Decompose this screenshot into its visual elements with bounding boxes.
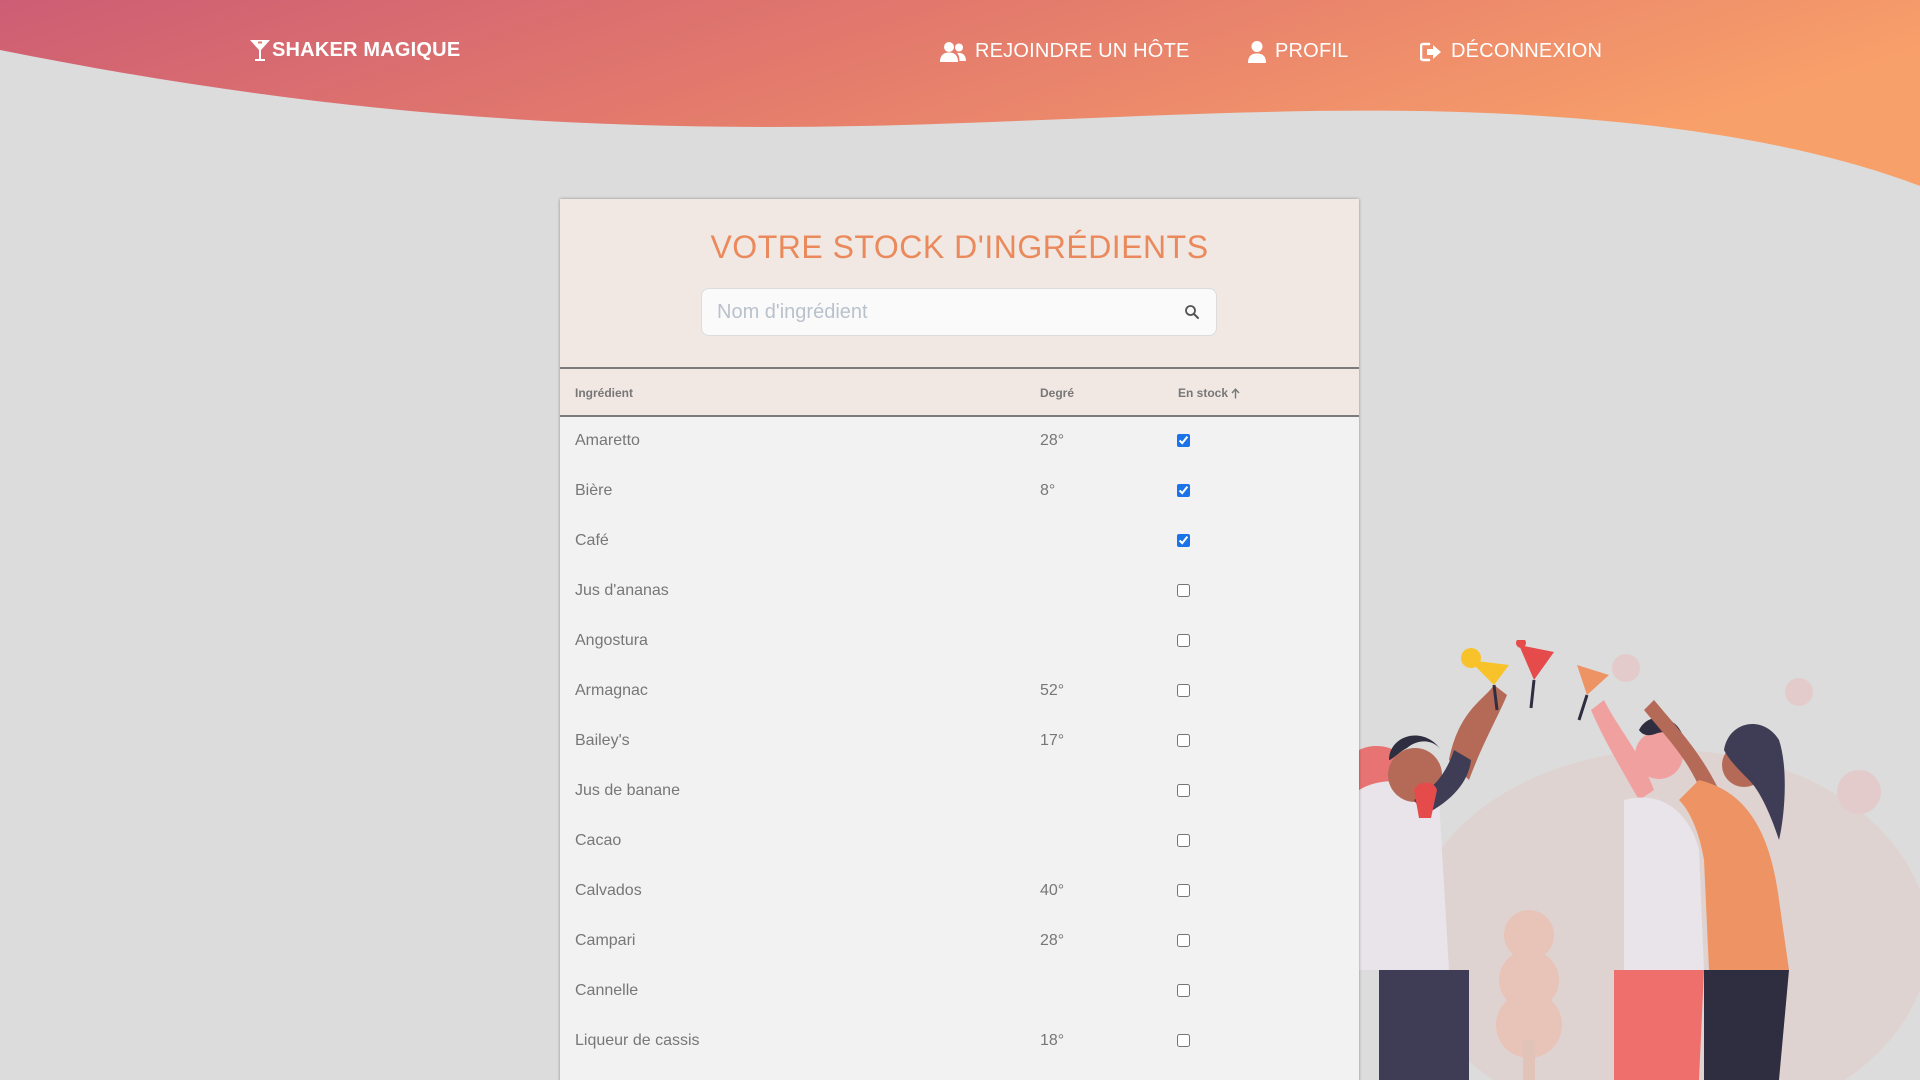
- ingredient-name: Bailey's: [575, 732, 630, 749]
- logout-link[interactable]: DÉCONNEXION: [1420, 40, 1602, 63]
- table-header: Ingrédient Degré En stock: [560, 367, 1359, 417]
- ingredient-degree: 28°: [1040, 432, 1065, 449]
- column-header-in-stock-label: En stock: [1178, 386, 1229, 400]
- ingredient-name: Jus de banane: [575, 782, 680, 799]
- brand-link[interactable]: SHAKER MAGIQUE: [249, 38, 460, 62]
- table-row: Café: [560, 517, 1359, 567]
- in-stock-checkbox[interactable]: [1177, 784, 1190, 797]
- search-box: [701, 288, 1217, 336]
- ingredient-degree: 8°: [1040, 482, 1056, 499]
- ingredient-name: Café: [575, 532, 609, 549]
- top-navigation: SHAKER MAGIQUE REJOINDRE UN HÔTE PROFIL: [0, 0, 1920, 108]
- user-icon: [1248, 40, 1266, 63]
- ingredient-name: Armagnac: [575, 682, 648, 699]
- table-row: Bailey's 17°: [560, 717, 1359, 767]
- in-stock-checkbox[interactable]: [1177, 534, 1190, 547]
- cocktail-glass-icon: [250, 40, 270, 61]
- column-header-ingredient[interactable]: Ingrédient: [575, 386, 633, 400]
- table-row: Jus d'ananas: [560, 567, 1359, 617]
- sign-out-icon: [1420, 42, 1441, 61]
- in-stock-checkbox[interactable]: [1177, 734, 1190, 747]
- profile-label: PROFIL: [1275, 40, 1349, 62]
- table-row: Campari 28°: [560, 917, 1359, 967]
- column-header-in-stock[interactable]: En stock: [1178, 386, 1240, 400]
- in-stock-checkbox[interactable]: [1177, 934, 1190, 947]
- ingredient-name: Liqueur de cassis: [575, 1032, 700, 1049]
- in-stock-checkbox[interactable]: [1177, 484, 1190, 497]
- table-row: Jus de banane: [560, 767, 1359, 817]
- in-stock-checkbox[interactable]: [1177, 634, 1190, 647]
- table-row: Armagnac 52°: [560, 667, 1359, 717]
- card-header: VOTRE STOCK D'INGRÉDIENTS: [560, 199, 1359, 367]
- ingredient-name: Angostura: [575, 632, 648, 649]
- brand-name: SHAKER MAGIQUE: [272, 38, 461, 61]
- in-stock-checkbox[interactable]: [1177, 984, 1190, 997]
- in-stock-checkbox[interactable]: [1177, 884, 1190, 897]
- join-host-link[interactable]: REJOINDRE UN HÔTE: [940, 40, 1190, 63]
- in-stock-checkbox[interactable]: [1177, 1034, 1190, 1047]
- ingredient-degree: 52°: [1040, 682, 1065, 699]
- table-row: Liqueur de cassis 18°: [560, 1017, 1359, 1067]
- table-row: Angostura: [560, 617, 1359, 667]
- column-header-degree[interactable]: Degré: [1040, 386, 1074, 400]
- ingredient-name: Calvados: [575, 882, 642, 899]
- party-illustration: [1359, 640, 1920, 1080]
- ingredient-degree: 18°: [1040, 1032, 1065, 1049]
- ingredient-name: Bière: [575, 482, 613, 499]
- page-title: VOTRE STOCK D'INGRÉDIENTS: [710, 229, 1209, 265]
- in-stock-checkbox[interactable]: [1177, 834, 1190, 847]
- ingredient-name: Cannelle: [575, 982, 639, 999]
- ingredient-name: Jus d'ananas: [575, 582, 669, 599]
- ingredient-search-input[interactable]: [702, 289, 1162, 335]
- ingredient-name: Amaretto: [575, 432, 640, 449]
- table-row: Cannelle: [560, 967, 1359, 1017]
- in-stock-checkbox[interactable]: [1177, 434, 1190, 447]
- ingredient-name: Cacao: [575, 832, 622, 849]
- search-icon[interactable]: [1184, 304, 1200, 320]
- profile-link[interactable]: PROFIL: [1248, 40, 1348, 63]
- table-row: Cacao: [560, 817, 1359, 867]
- ingredient-degree: 17°: [1040, 732, 1065, 749]
- arrow-up-icon: [1231, 387, 1240, 398]
- in-stock-checkbox[interactable]: [1177, 684, 1190, 697]
- ingredient-table-body: Amaretto 28° Bière 8° Café Jus d'ananas Angost…: [560, 417, 1359, 1067]
- table-row: Amaretto 28°: [560, 417, 1359, 467]
- logout-label: DÉCONNEXION: [1451, 40, 1603, 62]
- ingredient-degree: 28°: [1040, 932, 1065, 949]
- ingredient-name: Campari: [575, 932, 636, 949]
- users-icon: [940, 41, 966, 62]
- table-row: Bière 8°: [560, 467, 1359, 517]
- ingredient-stock-card: VOTRE STOCK D'INGRÉDIENTS Ingrédient Deg…: [560, 199, 1359, 1080]
- table-row: Calvados 40°: [560, 867, 1359, 917]
- join-host-label: REJOINDRE UN HÔTE: [975, 40, 1190, 62]
- in-stock-checkbox[interactable]: [1177, 584, 1190, 597]
- ingredient-degree: 40°: [1040, 882, 1065, 899]
- page: SHAKER MAGIQUE REJOINDRE UN HÔTE PROFIL: [0, 0, 1920, 1080]
